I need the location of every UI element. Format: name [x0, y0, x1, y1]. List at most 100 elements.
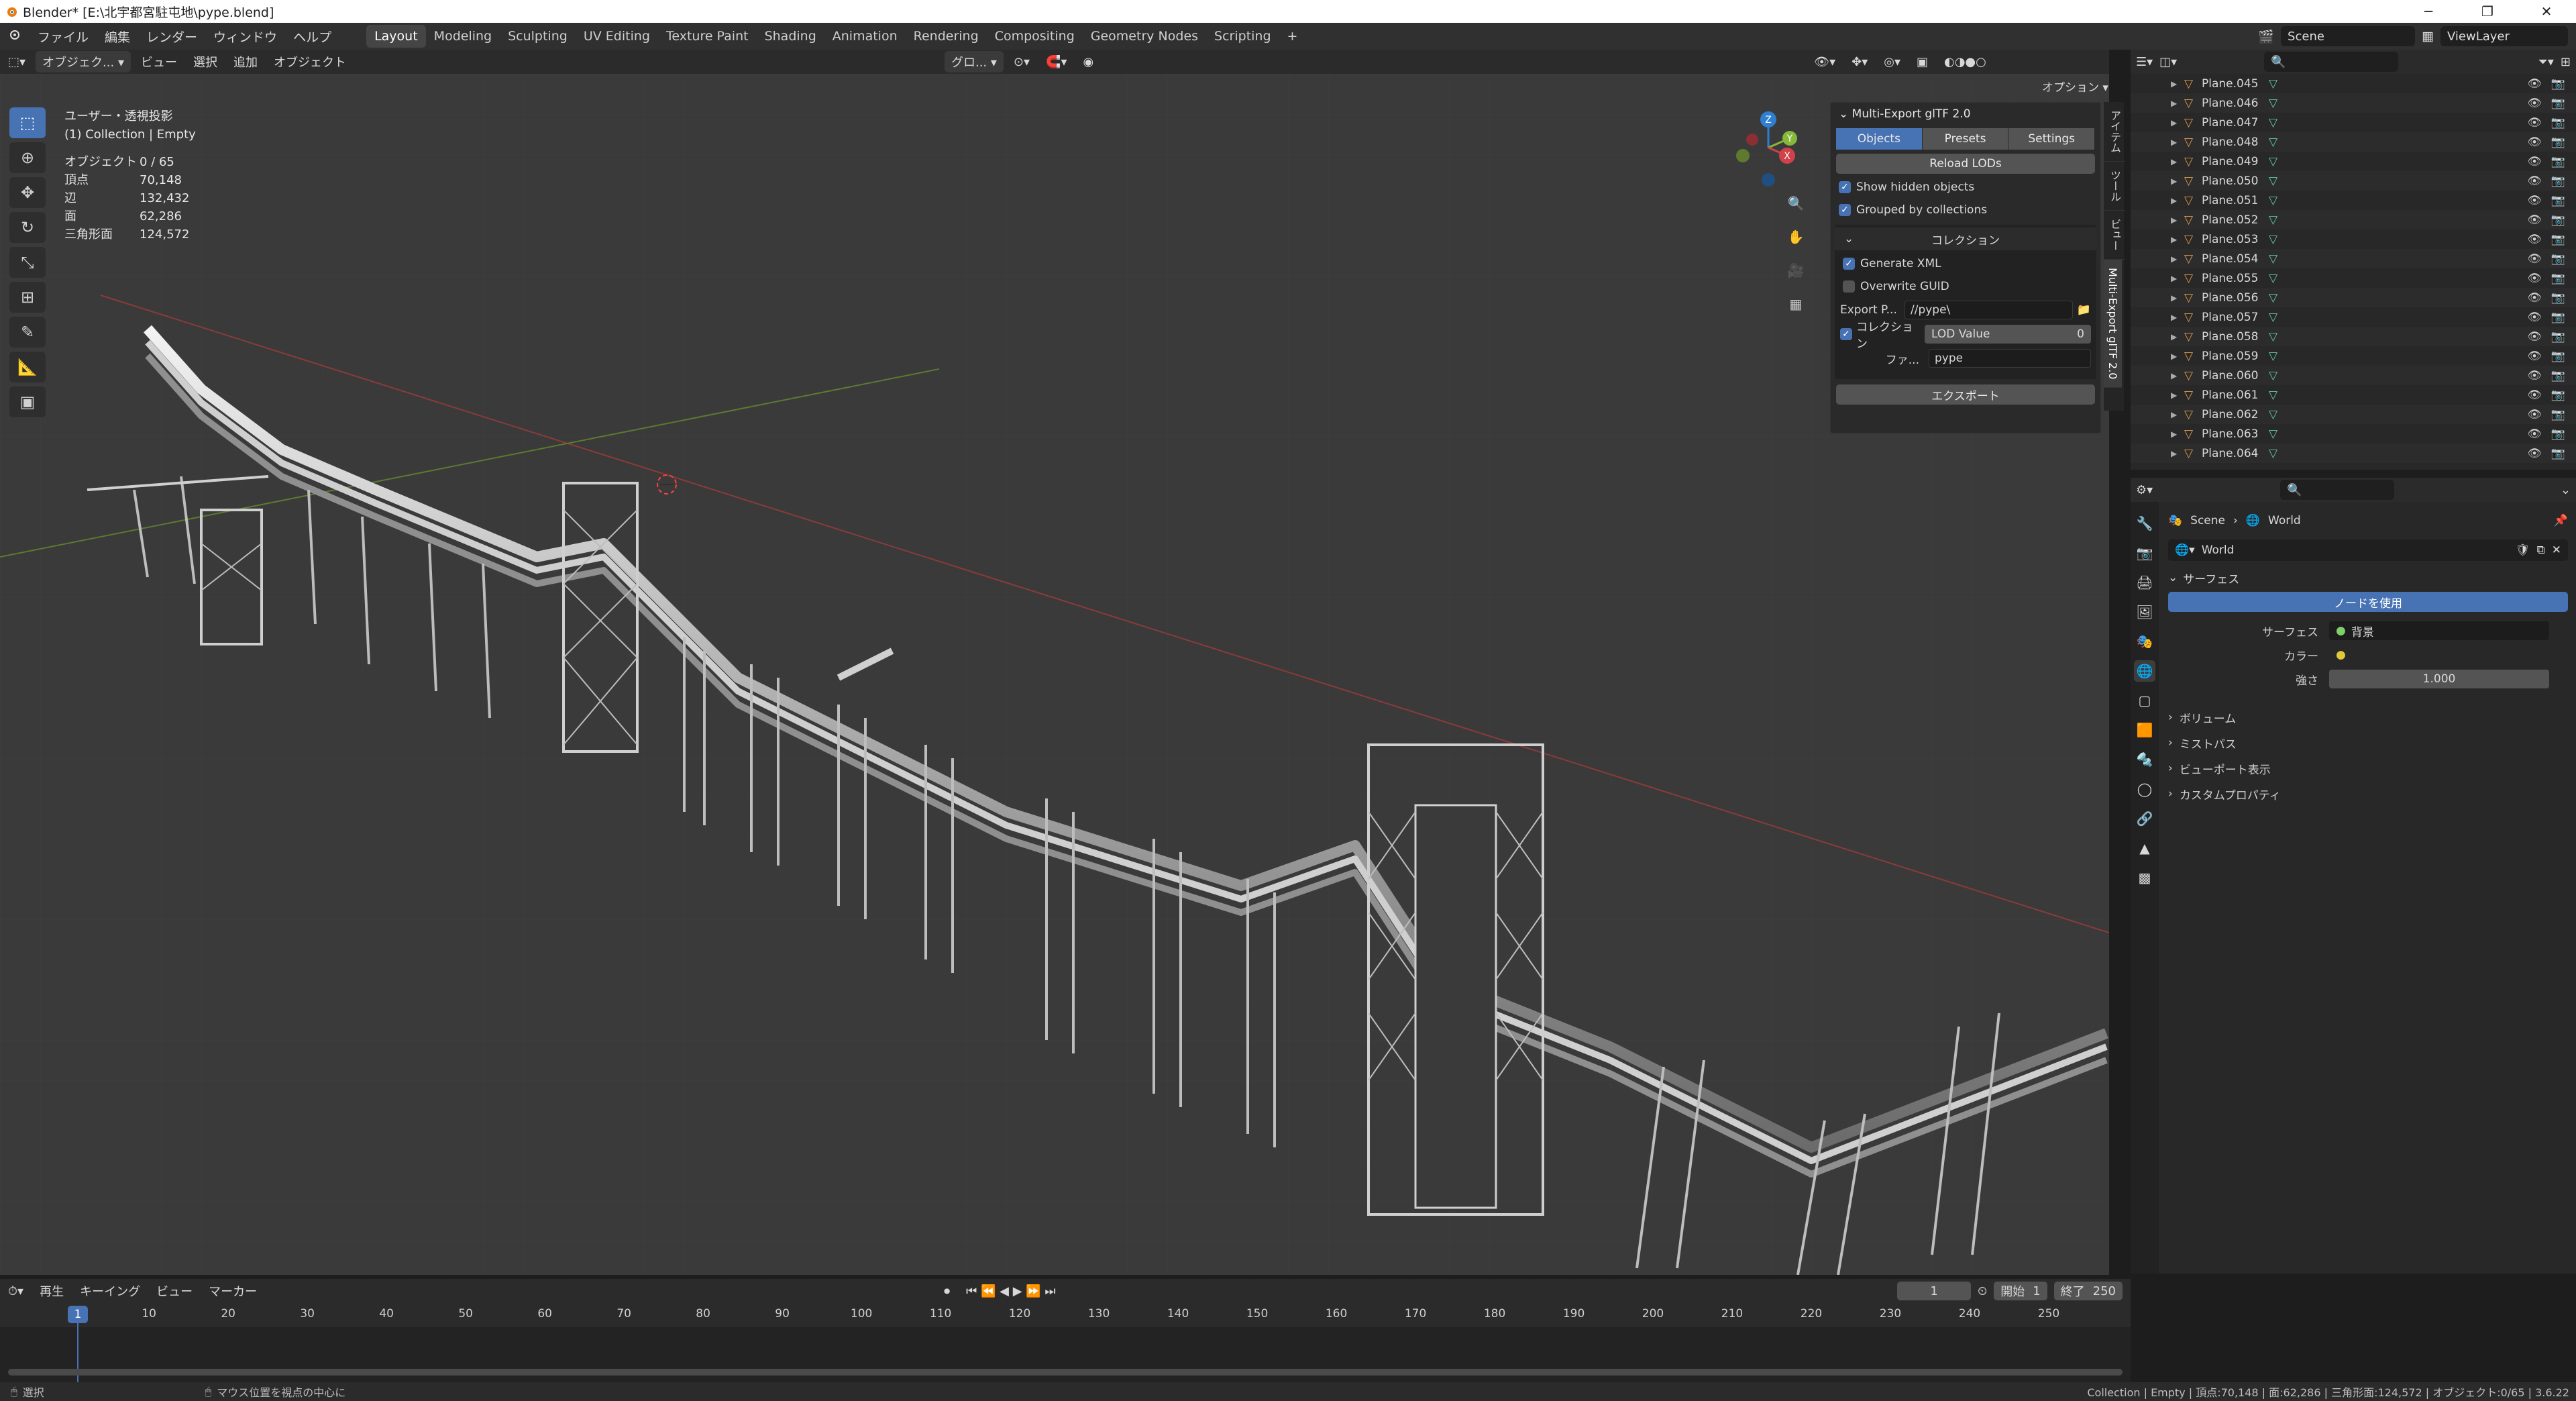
surface-shader-field[interactable]: ● 背景 — [2329, 621, 2549, 640]
current-frame-marker[interactable]: 1 — [68, 1306, 88, 1323]
render-camera-icon[interactable]: 📷 — [2551, 233, 2565, 246]
render-camera-icon[interactable]: 📷 — [2551, 252, 2565, 266]
reload-lods-button[interactable]: Reload LODs — [1836, 154, 2095, 174]
panel-viewport-display[interactable]: › ビューポート表示 — [2168, 756, 2568, 781]
visibility-eye-icon[interactable]: 👁 — [2527, 136, 2542, 149]
scene-tab-icon[interactable]: 🎭 — [2134, 631, 2155, 652]
overwrite-guid-checkbox[interactable]: Overwrite GUID — [1843, 277, 2088, 296]
visibility-eye-icon[interactable]: 👁 — [2527, 155, 2542, 168]
menu-object[interactable]: オブジェクト — [266, 53, 354, 70]
outliner-row[interactable]: ▶ ▽ Plane.060 ▽ 👁 📷 — [2131, 366, 2576, 385]
file-name-field[interactable]: pype — [1929, 349, 2091, 368]
tab-compositing[interactable]: Compositing — [987, 25, 1083, 48]
editor-type-icon[interactable]: ⬚▾ — [0, 55, 34, 69]
tab-presets[interactable]: Presets — [1922, 128, 2009, 150]
tab-settings[interactable]: Settings — [2008, 128, 2096, 150]
record-icon[interactable]: ⏺ — [936, 1284, 958, 1298]
menu-render[interactable]: レンダー — [138, 28, 205, 46]
frame-ruler[interactable]: 1 10 20 30 40 50 60 70 80 90 100 110 120 130 140 150 16… — [0, 1303, 2131, 1327]
outliner-row[interactable]: ▶ ▽ Plane.059 ▽ 👁 📷 — [2131, 346, 2576, 366]
visibility-eye-icon[interactable]: 👁 — [2527, 213, 2542, 227]
start-frame-field[interactable]: 開始 1 — [1994, 1282, 2047, 1300]
playback-controls[interactable]: ⏮ ⏪ ◀ ▶ ⏩ ⏭ — [958, 1284, 1064, 1298]
outliner-row[interactable]: ▶ ▽ Plane.052 ▽ 👁 📷 — [2131, 210, 2576, 229]
render-camera-icon[interactable]: 📷 — [2551, 213, 2565, 227]
timeline-scrollbar[interactable] — [8, 1369, 2123, 1376]
tab-multi-export[interactable]: Multi-Export glTF 2.0 — [2104, 260, 2122, 388]
render-camera-icon[interactable]: 📷 — [2551, 136, 2565, 149]
view-layer-tab-icon[interactable]: 🖼 — [2134, 601, 2155, 623]
render-camera-icon[interactable]: 📷 — [2551, 388, 2565, 402]
expand-arrow-icon[interactable]: ▶ — [2171, 313, 2184, 322]
blender-menu-icon[interactable] — [0, 28, 30, 45]
render-camera-icon[interactable]: 📷 — [2551, 350, 2565, 363]
menu-marker[interactable]: マーカー — [201, 1282, 265, 1300]
duplicate-icon[interactable]: ⧉ — [2537, 543, 2545, 557]
filter-icon[interactable]: ⏷▾ — [2538, 55, 2553, 69]
fake-user-icon[interactable]: 🛡 — [2516, 543, 2530, 557]
render-camera-icon[interactable]: 📷 — [2551, 272, 2565, 285]
outliner-search-input[interactable]: 🔍 — [2264, 52, 2399, 72]
expand-arrow-icon[interactable]: ▶ — [2171, 429, 2184, 439]
outliner-row[interactable]: ▶ ▽ Plane.058 ▽ 👁 📷 — [2131, 327, 2576, 346]
tab-view[interactable]: ビュー — [2104, 211, 2125, 260]
panel-title[interactable]: ⌄ Multi-Export glTF 2.0 — [1831, 103, 2100, 125]
tab-tool[interactable]: ツール — [2104, 162, 2125, 211]
pan-hand-icon[interactable]: ✋ — [1783, 224, 1809, 250]
render-camera-icon[interactable]: 📷 — [2551, 155, 2565, 168]
object-tab-icon[interactable]: 🟧 — [2134, 719, 2155, 741]
expand-arrow-icon[interactable]: ▶ — [2171, 254, 2184, 264]
visibility-icon[interactable]: 👁▾ — [1806, 55, 1843, 69]
menu-window[interactable]: ウィンドウ — [205, 28, 285, 46]
expand-arrow-icon[interactable]: ▶ — [2171, 157, 2184, 166]
texture-tab-icon[interactable]: ▩ — [2134, 867, 2155, 888]
overlay-icon[interactable]: ◎▾ — [1876, 55, 1909, 69]
visibility-eye-icon[interactable]: 👁 — [2527, 369, 2542, 382]
expand-arrow-icon[interactable]: ▶ — [2171, 138, 2184, 147]
expand-arrow-icon[interactable]: ▶ — [2171, 391, 2184, 400]
strength-slider[interactable]: 1.000 — [2329, 670, 2549, 688]
display-mode-icon[interactable]: ◫▾ — [2159, 55, 2177, 69]
expand-arrow-icon[interactable]: ▶ — [2171, 176, 2184, 186]
tab-modeling[interactable]: Modeling — [426, 25, 500, 48]
visibility-eye-icon[interactable]: 👁 — [2527, 291, 2542, 305]
visibility-eye-icon[interactable]: 👁 — [2527, 330, 2542, 344]
expand-arrow-icon[interactable]: ▶ — [2171, 99, 2184, 108]
unlink-icon[interactable]: ✕ — [2552, 543, 2561, 557]
navigation-gizmo[interactable]: Z Y X — [1728, 107, 1809, 188]
visibility-eye-icon[interactable]: 👁 — [2527, 97, 2542, 110]
show-hidden-checkbox[interactable]: ✓ Show hidden objects — [1839, 178, 2092, 197]
render-tab-icon[interactable]: 📷 — [2134, 542, 2155, 564]
outliner-row[interactable]: ▶ ▽ Plane.049 ▽ 👁 📷 — [2131, 152, 2576, 171]
visibility-eye-icon[interactable]: 👁 — [2527, 350, 2542, 363]
outliner-row[interactable]: ▶ ▽ Plane.057 ▽ 👁 📷 — [2131, 307, 2576, 327]
menu-file[interactable]: ファイル — [30, 28, 97, 46]
grouped-checkbox[interactable]: ✓ Grouped by collections — [1839, 201, 2092, 219]
output-tab-icon[interactable]: 🖨 — [2134, 572, 2155, 593]
outliner-row[interactable]: ▶ ▽ Plane.064 ▽ 👁 📷 — [2131, 444, 2576, 463]
menu-help[interactable]: ヘルプ — [285, 28, 339, 46]
visibility-eye-icon[interactable]: 👁 — [2527, 174, 2542, 188]
transform-icon[interactable]: ⊞ — [9, 282, 46, 313]
visibility-eye-icon[interactable]: 👁 — [2527, 388, 2542, 402]
shading-modes-icon[interactable]: ◐◑●○ — [1936, 55, 1994, 69]
gizmo-icon[interactable]: ✥▾ — [1843, 55, 1876, 69]
timeline[interactable]: 1 10 20 30 40 50 60 70 80 90 100 110 120 130 140 150 16… — [0, 1303, 2131, 1386]
clock-icon[interactable]: ⏱▾ — [0, 1284, 32, 1298]
collection-tab-icon[interactable]: ▢ — [2134, 690, 2155, 711]
outliner-row[interactable]: ▶ ▽ Plane.062 ▽ 👁 📷 — [2131, 405, 2576, 424]
expand-arrow-icon[interactable]: ▶ — [2171, 79, 2184, 89]
panel-mist-pass[interactable]: › ミストパス — [2168, 730, 2568, 756]
panel-volume[interactable]: › ボリューム — [2168, 705, 2568, 730]
render-camera-icon[interactable]: 📷 — [2551, 174, 2565, 188]
outliner-row[interactable]: ▶ ▽ Plane.047 ▽ 👁 📷 — [2131, 113, 2576, 132]
visibility-eye-icon[interactable]: 👁 — [2527, 408, 2542, 421]
render-camera-icon[interactable]: 📷 — [2551, 311, 2565, 324]
outliner-row[interactable]: ▶ ▽ Plane.045 ▽ 👁 📷 — [2131, 74, 2576, 93]
outliner-row[interactable]: ▶ ▽ Plane.061 ▽ 👁 📷 — [2131, 385, 2576, 405]
xray-icon[interactable]: ▣ — [1909, 55, 1936, 69]
expand-arrow-icon[interactable]: ▶ — [2171, 118, 2184, 127]
view-layer-selector[interactable]: ViewLayer — [2440, 26, 2568, 46]
export-button[interactable]: エクスポート — [1836, 384, 2095, 405]
visibility-eye-icon[interactable]: 👁 — [2527, 427, 2542, 441]
